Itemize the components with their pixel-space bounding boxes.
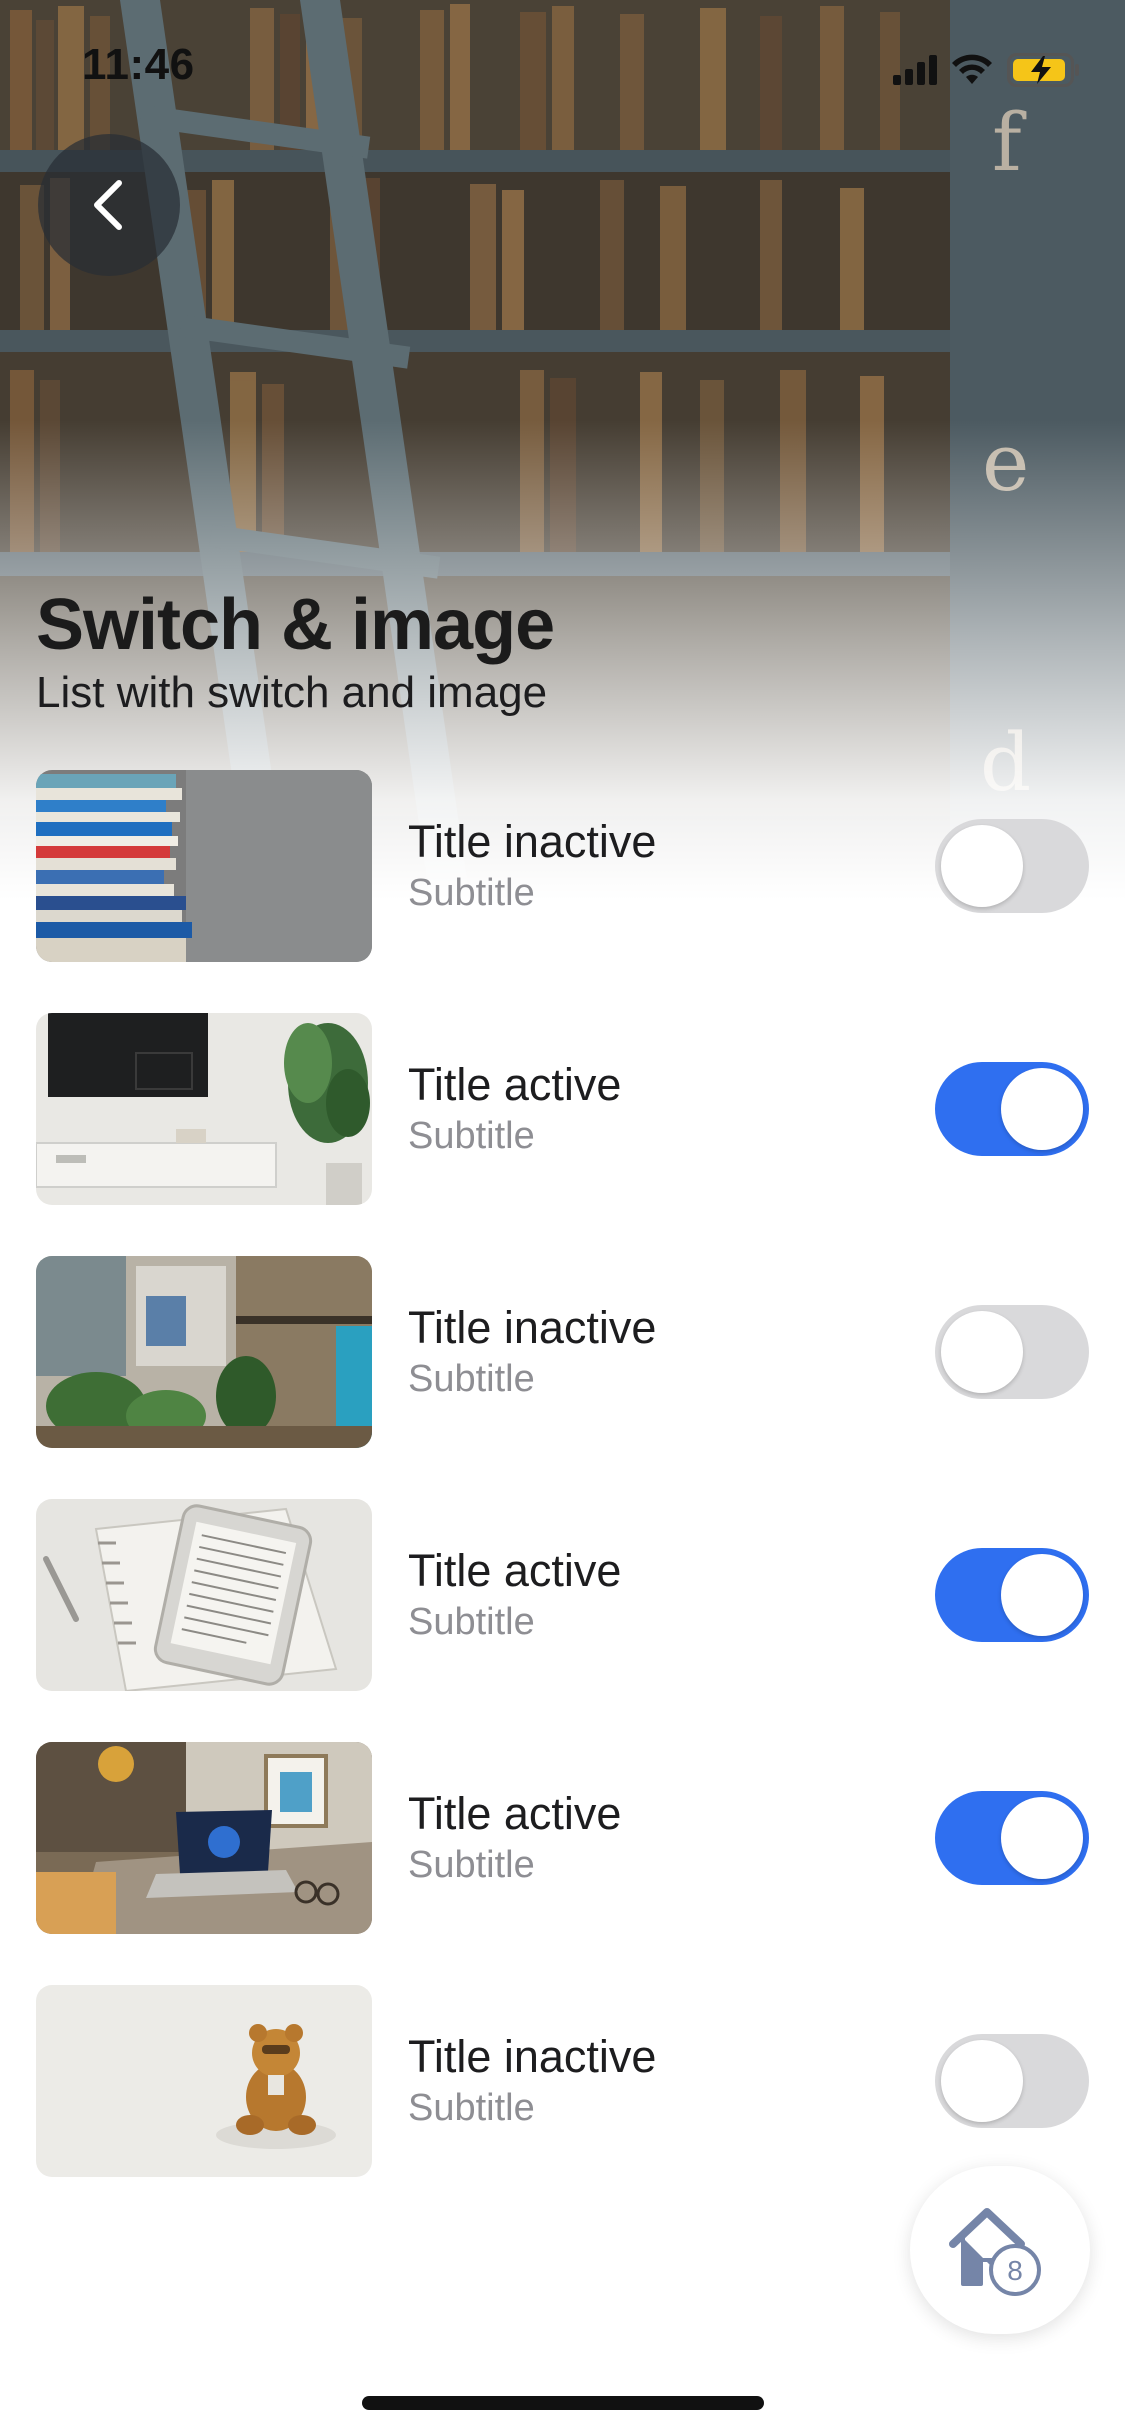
list-item-subtitle: Subtitle	[408, 1601, 535, 1643]
desk-laptop-image	[36, 1742, 372, 1934]
switch-toggle[interactable]	[935, 1791, 1089, 1885]
stacked-books-image	[36, 770, 372, 962]
list-item-subtitle: Subtitle	[408, 1844, 535, 1886]
switch-toggle[interactable]	[935, 1305, 1089, 1399]
list-item-image	[36, 1499, 372, 1691]
switch-toggle[interactable]	[935, 819, 1089, 913]
switch-knob	[941, 825, 1023, 907]
list-item-title: Title inactive	[408, 1302, 657, 1353]
list-item[interactable]: Title active Subtitle	[0, 1499, 1125, 1693]
battery-charging-icon	[1007, 53, 1079, 87]
home-indicator[interactable]	[362, 2396, 764, 2410]
signal-icon	[893, 55, 937, 85]
cafe-plants-image	[36, 1256, 372, 1448]
teddy-bear-image	[36, 1985, 372, 2177]
list-item-subtitle: Subtitle	[408, 872, 535, 914]
list-item-image	[36, 1013, 372, 1205]
switch-toggle[interactable]	[935, 1548, 1089, 1642]
list-item-title: Title active	[408, 1545, 622, 1596]
list-item[interactable]: Title active Subtitle	[0, 1013, 1125, 1207]
back-button[interactable]	[38, 134, 180, 276]
list-item-title: Title active	[408, 1059, 622, 1110]
page-subtitle: List with switch and image	[36, 668, 548, 717]
switch-knob	[941, 2040, 1023, 2122]
list-item-subtitle: Subtitle	[408, 2087, 535, 2129]
switch-knob	[941, 1311, 1023, 1393]
page-title: Switch & image	[36, 585, 555, 665]
list-item-title: Title inactive	[408, 2031, 657, 2082]
list-item-image	[36, 1742, 372, 1934]
home-fab-button[interactable]: 8	[910, 2166, 1090, 2334]
list-item-title: Title inactive	[408, 816, 657, 867]
list-item-subtitle: Subtitle	[408, 1115, 535, 1157]
chevron-left-icon	[94, 180, 122, 230]
switch-knob	[1001, 1554, 1083, 1636]
status-icons	[893, 50, 1081, 90]
list-item-subtitle: Subtitle	[408, 1358, 535, 1400]
home-icon: 8	[949, 2208, 1041, 2296]
list-item[interactable]: Title inactive Subtitle	[0, 1256, 1125, 1450]
home-badge-count: 8	[1007, 2255, 1023, 2286]
header-background: f e d	[0, 0, 1125, 900]
list-item[interactable]: Title active Subtitle	[0, 1742, 1125, 1936]
switch-toggle[interactable]	[935, 1062, 1089, 1156]
list-item-image	[36, 1256, 372, 1448]
switch-knob	[1001, 1068, 1083, 1150]
ereader-notebook-image	[36, 1499, 372, 1691]
header-fade	[0, 0, 1125, 900]
list-item-title: Title active	[408, 1788, 622, 1839]
list-item[interactable]: Title inactive Subtitle	[0, 1985, 1125, 2179]
list-item-image	[36, 770, 372, 962]
status-time: 11:46	[82, 40, 195, 89]
switch-knob	[1001, 1797, 1083, 1879]
switch-toggle[interactable]	[935, 2034, 1089, 2128]
wifi-icon	[952, 54, 992, 84]
list-item[interactable]: Title inactive Subtitle	[0, 770, 1125, 964]
living-room-image	[36, 1013, 372, 1205]
list-item-image	[36, 1985, 372, 2177]
